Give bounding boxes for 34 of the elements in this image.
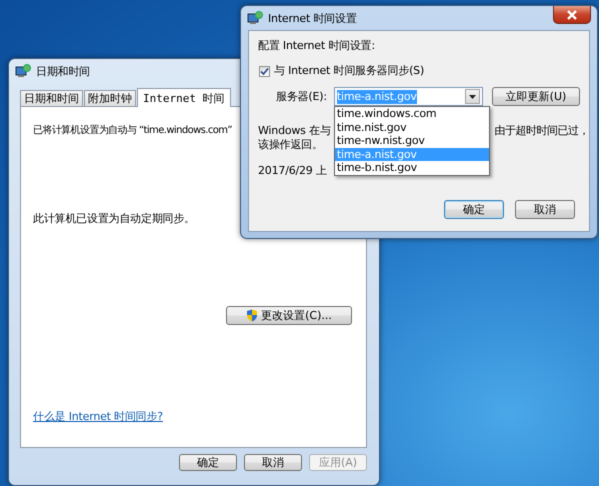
tab[interactable]: 日期和时间 [20, 90, 83, 106]
ok-button[interactable]: 确定 [444, 200, 504, 219]
message-text: Windows 在与 [258, 124, 331, 138]
ok-button[interactable]: 确定 [179, 454, 237, 471]
cancel-button[interactable]: 取消 [515, 200, 575, 219]
shield-icon [246, 309, 258, 322]
window-title: 日期和时间 [36, 64, 90, 78]
dropdown-option[interactable]: time.nist.gov [334, 120, 489, 134]
caret-icon [468, 94, 476, 98]
server-label: 服务器(E): [276, 90, 327, 104]
dialog-heading: 配置 Internet 时间设置: [258, 39, 376, 53]
message-text: 该操作返回。 [258, 138, 323, 152]
dropdown-option[interactable]: time.windows.com [334, 107, 489, 121]
dropdown-option[interactable]: time-b.nist.gov [334, 161, 489, 175]
dropdown-option[interactable]: time-nw.nist.gov [334, 134, 489, 148]
dropdown-button[interactable] [464, 89, 480, 104]
update-now-button[interactable]: 立即更新(U) [492, 87, 580, 106]
last-sync-text: 2017/6/29 上 [258, 164, 327, 178]
status-text: 此计算机已设置为自动定期同步。 [33, 212, 196, 226]
server-value: time-a.nist.gov [336, 90, 417, 104]
dialog-title: Internet 时间设置 [268, 10, 357, 26]
close-icon [565, 10, 579, 20]
cancel-button[interactable]: 取消 [244, 454, 302, 471]
help-link[interactable]: 什么是 Internet 时间同步? [33, 410, 163, 424]
checkbox-label: 与 Internet 时间服务器同步(S) [274, 64, 424, 78]
close-button[interactable] [553, 6, 591, 24]
computer-icon [15, 64, 31, 78]
change-settings-button[interactable]: 更改设置(C)... [226, 306, 352, 325]
tab[interactable]: 附加时钟 [84, 90, 136, 106]
tab[interactable]: Internet 时间 [137, 88, 231, 107]
sync-text: 已将计算机设置为自动与 “time.windows.com” [33, 124, 232, 138]
message-text: 由于超时时间已过， [494, 124, 589, 138]
checkbox[interactable] [259, 66, 270, 76]
computer-icon [247, 11, 263, 25]
